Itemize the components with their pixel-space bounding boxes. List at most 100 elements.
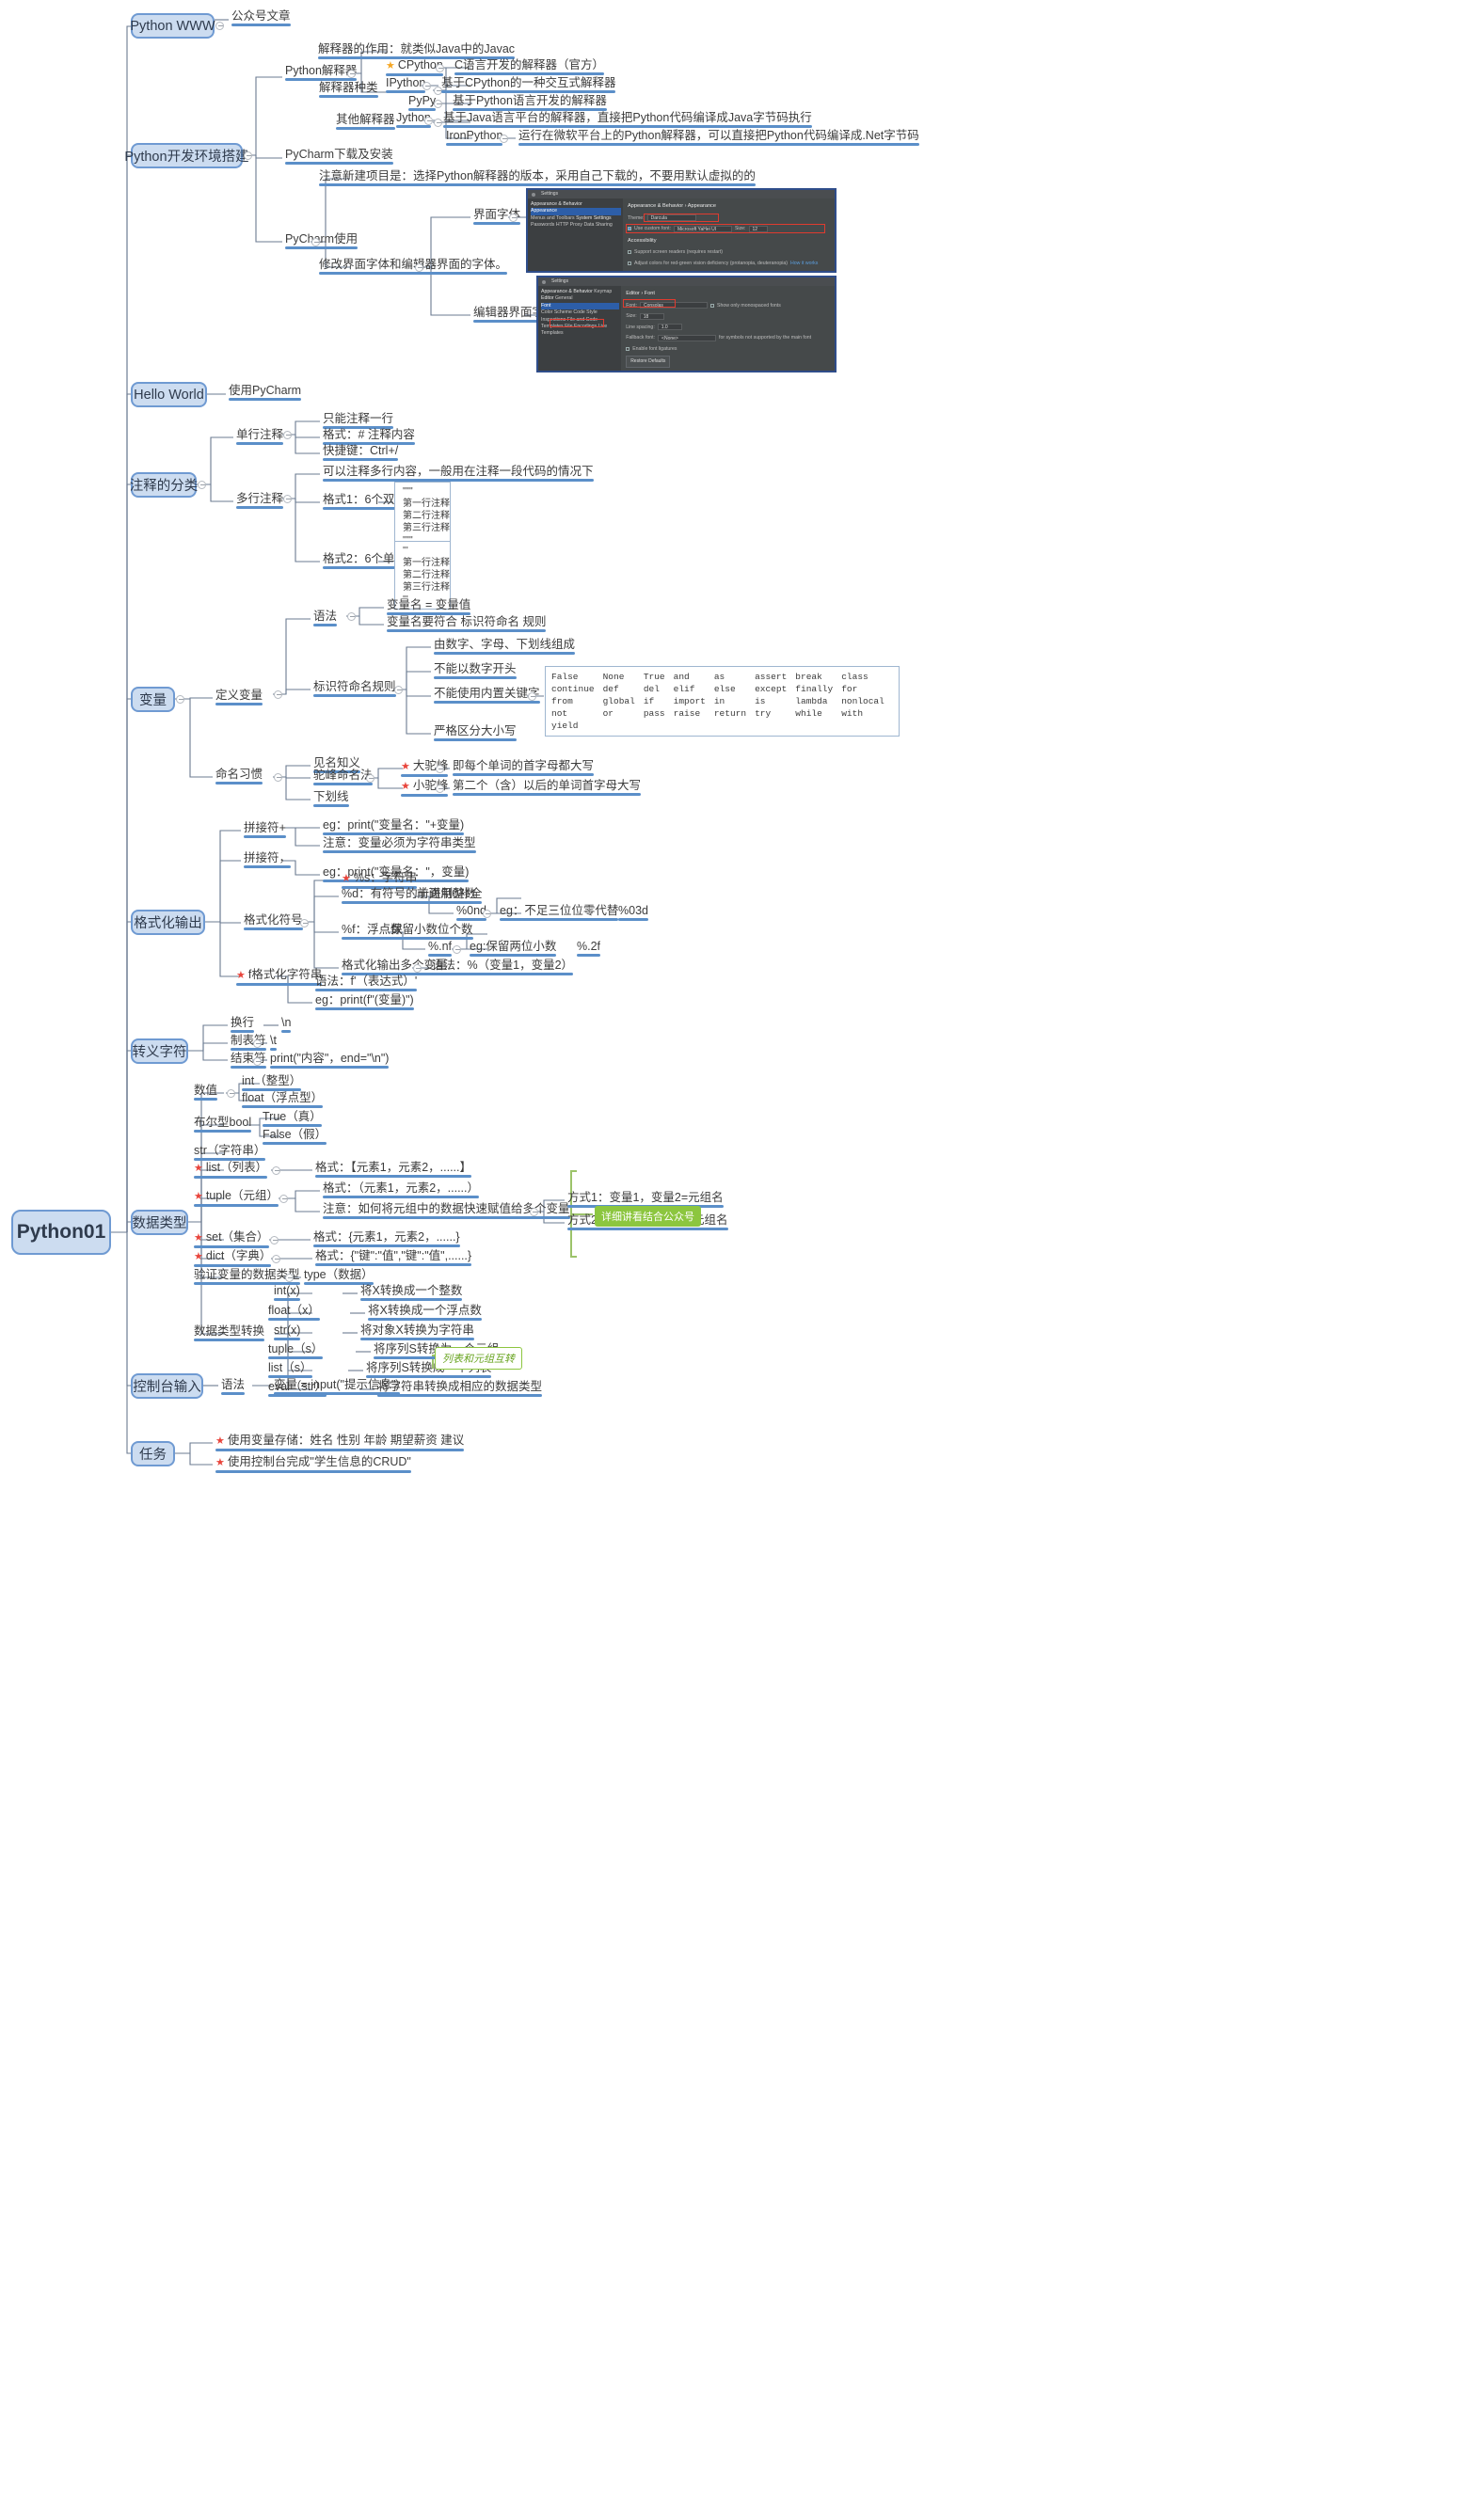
node-convert-0-desc[interactable]: 将X转换成一个整数 xyxy=(359,1284,464,1303)
node-numeric-1[interactable]: float（浮点型） xyxy=(240,1091,325,1110)
toggle-pycharm-font-note[interactable] xyxy=(415,263,423,272)
toggle-camel[interactable] xyxy=(366,774,374,783)
tree2-item-4[interactable]: Font xyxy=(541,302,620,310)
node-set[interactable]: ★ set（集合） xyxy=(192,1230,271,1250)
toggle-define-variable[interactable] xyxy=(274,690,282,699)
toggle-naming-habit[interactable] xyxy=(274,773,282,782)
node-ipython-desc[interactable]: 基于CPython的一种交互式解释器 xyxy=(439,76,617,95)
toggle-pct-0nd[interactable] xyxy=(483,910,491,918)
toggle-variable[interactable] xyxy=(176,695,184,704)
node-rule-0[interactable]: 由数字、字母、下划线组成 xyxy=(432,638,577,657)
node-pycharm-note[interactable]: 注意新建项目是：选择Python解释器的版本，采用自己下载的，不要用默认虚拟的的 xyxy=(317,169,757,188)
toggle-env-setup[interactable] xyxy=(244,151,252,160)
node-rule-3[interactable]: 严格区分大小写 xyxy=(432,724,518,743)
toggle-ui-font[interactable] xyxy=(509,214,518,222)
font-size-input[interactable]: 18 xyxy=(639,312,664,320)
node-use-pycharm[interactable]: 使用PyCharm xyxy=(227,384,303,403)
node-numeric-0[interactable]: int（整型） xyxy=(240,1074,303,1093)
tree2-item-6[interactable]: Code Style xyxy=(573,309,597,315)
toggle-list[interactable] xyxy=(272,1166,280,1175)
topic-escape-char[interactable]: 转义字符 xyxy=(131,1038,188,1064)
node-syntax-item-0[interactable]: 变量名 = 变量值 xyxy=(385,598,472,617)
topic-console-input[interactable]: 控制台输入 xyxy=(131,1373,203,1399)
node-list-fmt[interactable]: 格式：【元素1，元素2，......】 xyxy=(313,1161,473,1180)
toggle-tuple[interactable] xyxy=(279,1195,288,1203)
node-fstring[interactable]: ★ f格式化字符串 xyxy=(234,968,324,988)
tree-item-2[interactable]: Menus and Toolbars xyxy=(531,215,575,221)
toggle-multi-var[interactable] xyxy=(413,964,422,973)
node-escape-2[interactable]: 结束符 xyxy=(229,1052,268,1070)
toggle-numeric[interactable] xyxy=(227,1089,235,1098)
node-str[interactable]: str（字符串） xyxy=(192,1144,267,1163)
toggle-small-camel[interactable] xyxy=(436,785,444,793)
node-format-symbol[interactable]: 格式化符号 xyxy=(242,913,305,932)
topic-env-setup[interactable]: Python开发环境搭建 xyxy=(124,143,249,168)
node-set-fmt[interactable]: 格式：{元素1，元素2，......} xyxy=(311,1230,462,1249)
node-concat-plus-0[interactable]: eg：print("变量名："+变量) xyxy=(321,818,466,837)
tree2-item-1[interactable]: Keymap xyxy=(594,289,612,294)
node-pct-d-note[interactable]: 前面用0补全 xyxy=(415,887,484,906)
node-single-comment[interactable]: 单行注释 xyxy=(234,428,285,447)
toggle-dict[interactable] xyxy=(272,1255,280,1263)
node-convert[interactable]: 数据类型转换 xyxy=(192,1324,266,1343)
toggle-cpython[interactable] xyxy=(436,64,444,72)
node-ironpython-desc[interactable]: 运行在微软平台上的Python解释器，可以直接把Python代码编译成.Net字… xyxy=(517,129,921,148)
settings-appearance-screenshot[interactable]: Settings Appearance & Behavior Appearanc… xyxy=(526,188,837,273)
node-convert-1[interactable]: float（x） xyxy=(266,1304,322,1323)
node-ipython[interactable]: IPython xyxy=(384,76,427,95)
toggle-syntax[interactable] xyxy=(347,612,356,621)
node-big-camel-desc[interactable]: 即每个单词的首字母都大写 xyxy=(451,759,596,778)
node-pycharm-use[interactable]: PyCharm使用 xyxy=(283,232,359,251)
node-convert-4[interactable]: list（s） xyxy=(266,1361,314,1380)
how-it-works-link[interactable]: How it works xyxy=(790,260,818,268)
node-single-item-2[interactable]: 快捷键：Ctrl+/ xyxy=(321,444,400,463)
tree2-item-5[interactable]: Color Scheme xyxy=(541,309,572,315)
tree2-item-2[interactable]: Editor xyxy=(541,295,554,301)
node-console-syntax-value[interactable]: 变量 = input("提示信息") xyxy=(272,1378,402,1397)
node-pct-03d[interactable]: %03d xyxy=(616,904,650,923)
node-camel[interactable]: 驼峰命名法 xyxy=(311,769,374,787)
node-multi-comment[interactable]: 多行注释 xyxy=(234,492,285,511)
topic-data-type[interactable]: 数据类型 xyxy=(131,1210,188,1235)
node-ironpython[interactable]: IronPython xyxy=(444,129,504,148)
toggle-python-www[interactable] xyxy=(215,22,224,30)
node-escape-2-val[interactable]: print("内容"，end="\n") xyxy=(268,1052,390,1070)
tree-item-1[interactable]: Appearance xyxy=(531,208,622,215)
node-tuple[interactable]: ★ tuple（元组） xyxy=(192,1189,280,1209)
tree2-item-3[interactable]: General xyxy=(555,295,572,301)
node-convert-2-desc[interactable]: 将对象X转换为字符串 xyxy=(359,1323,476,1342)
node-small-camel-desc[interactable]: 第二个（含）以后的单词首字母大写 xyxy=(451,779,643,798)
topic-format-output[interactable]: 格式化输出 xyxy=(131,910,205,935)
topic-comment-types[interactable]: 注释的分类 xyxy=(130,472,198,498)
node-syntax[interactable]: 语法 xyxy=(311,610,339,628)
node-tuple-fmt[interactable]: 格式：（元素1，元素2，......） xyxy=(321,1181,481,1200)
toggle-comment-types[interactable] xyxy=(198,481,206,489)
toggle-pct-nf[interactable] xyxy=(453,945,461,954)
node-rule-1[interactable]: 不能以数字开头 xyxy=(432,662,518,681)
node-rule-2[interactable]: 不能使用内置关键字 xyxy=(432,687,542,705)
node-syntax-item-1[interactable]: 变量名要符合 标识符命名 规则 xyxy=(385,615,548,634)
node-escape-0[interactable]: 换行 xyxy=(229,1016,256,1035)
toggle-set[interactable] xyxy=(270,1236,279,1244)
toggle-big-camel[interactable] xyxy=(436,765,444,773)
settings2-tree[interactable]: Appearance & Behavior Keymap Editor Gene… xyxy=(538,286,622,371)
node-numeric[interactable]: 数值 xyxy=(192,1084,219,1102)
tree2-item-0[interactable]: Appearance & Behavior xyxy=(541,289,593,294)
node-dict-fmt[interactable]: 格式：{"键":"值","键":"值",......} xyxy=(313,1249,473,1268)
node-pct-f-note[interactable]: 保留小数位个数 xyxy=(389,923,475,942)
node-convert-2[interactable]: str(x) xyxy=(272,1323,302,1342)
topic-variable[interactable]: 变量 xyxy=(131,687,175,712)
tree-item-4[interactable]: Passwords xyxy=(531,222,554,228)
fallback-select[interactable]: <None> xyxy=(658,334,717,341)
tree-item-6[interactable]: Data Sharing xyxy=(583,222,612,228)
node-cpython-desc[interactable]: C语言开发的解释器（官方） xyxy=(453,58,606,77)
node-identifier-rule[interactable]: 标识符命名规则 xyxy=(311,680,398,699)
node-gongzhonghao[interactable]: 公众号文章 xyxy=(230,9,293,28)
node-other-interpreters[interactable]: 其他解释器 xyxy=(334,113,397,132)
node-dict[interactable]: ★ dict（字典） xyxy=(192,1249,273,1269)
tree-item-5[interactable]: HTTP Proxy xyxy=(556,222,582,228)
node-multi-note[interactable]: 可以注释多行内容，一般用在注释一段代码的情况下 xyxy=(321,465,596,483)
toggle-python-interpreter[interactable] xyxy=(347,70,356,78)
topic-hello-world[interactable]: Hello World xyxy=(131,382,207,407)
node-convert-0[interactable]: int(x) xyxy=(272,1284,302,1303)
